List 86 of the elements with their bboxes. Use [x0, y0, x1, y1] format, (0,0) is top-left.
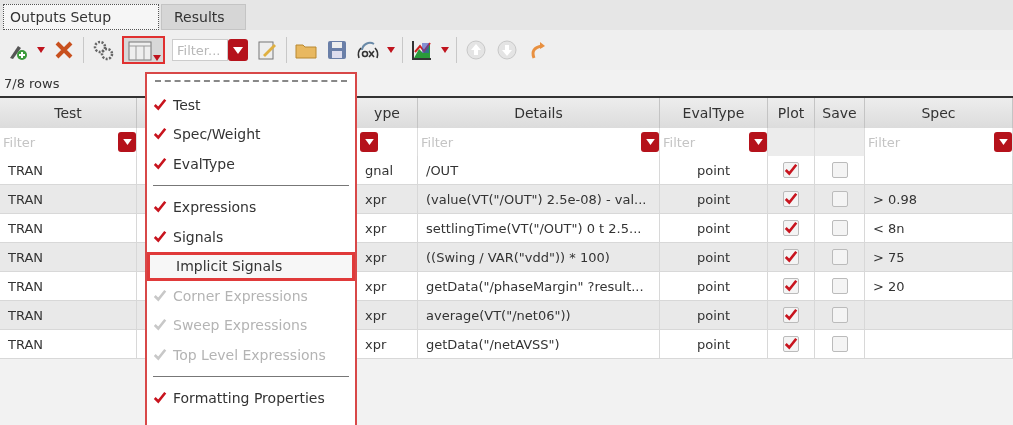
chart-icon[interactable]	[410, 38, 434, 62]
caret-icon	[645, 139, 655, 145]
tab[interactable]: Results	[161, 4, 246, 30]
checkbox[interactable]	[783, 249, 799, 265]
table-cell: ((Swing / VAR("vdd")) * 100)	[418, 243, 660, 272]
table-cell: xpr	[357, 272, 418, 301]
filter-dropdown-button[interactable]	[749, 132, 767, 152]
table-cell: point	[660, 243, 768, 272]
checkbox[interactable]	[783, 220, 799, 236]
table-cell: TRAN	[0, 272, 137, 301]
menu-item[interactable]: Spec/Weight	[147, 119, 355, 149]
table-cell: > 0.98	[865, 185, 1013, 214]
tab[interactable]: Outputs Setup	[3, 4, 159, 30]
table-cell: getData("/phaseMargin" ?result...	[418, 272, 660, 301]
table-cell: > 20	[865, 272, 1013, 301]
table-cell: xpr	[357, 243, 418, 272]
table-cell: gnal	[357, 156, 418, 185]
table-cell: point	[660, 185, 768, 214]
column-header[interactable]: Test	[0, 98, 137, 128]
column-header[interactable]: ype	[357, 98, 418, 128]
table-cell: xpr	[357, 185, 418, 214]
table-cell: TRAN	[0, 301, 137, 330]
column-header[interactable]: EvalType	[660, 98, 768, 128]
checkbox[interactable]	[783, 191, 799, 207]
caret-icon[interactable]	[37, 47, 45, 53]
filter-dropdown-button[interactable]	[641, 132, 659, 152]
gears-icon[interactable]	[91, 38, 115, 62]
filter-dropdown-button[interactable]	[228, 39, 248, 61]
filter-dropdown-button[interactable]	[994, 132, 1012, 152]
filter-field[interactable]: Filter...	[172, 39, 228, 61]
save-icon[interactable]	[325, 38, 349, 62]
checkbox[interactable]	[783, 307, 799, 323]
menu-item[interactable]: Formatting Properties	[147, 383, 355, 413]
table-cell: (value(VT("/OUT") 2.5e-08) - val...	[418, 185, 660, 214]
caret-icon[interactable]	[441, 47, 449, 53]
caret-icon	[153, 55, 161, 61]
checkbox[interactable]	[831, 220, 848, 236]
column-header[interactable]: Plot	[768, 98, 815, 128]
table-cell: xpr	[357, 301, 418, 330]
caret-icon	[122, 139, 132, 145]
checkbox[interactable]	[831, 191, 848, 207]
column-header[interactable]: Spec	[865, 98, 1013, 128]
column-header[interactable]: Save	[815, 98, 865, 128]
checkbox[interactable]	[831, 336, 848, 352]
checkbox[interactable]	[783, 336, 799, 352]
checkbox[interactable]	[831, 307, 848, 323]
table-cell: point	[660, 214, 768, 243]
columns-icon	[128, 41, 152, 61]
table-cell: point	[660, 272, 768, 301]
caret-icon[interactable]	[387, 47, 395, 53]
table-cell: average(VT("/net06"))	[418, 301, 660, 330]
table-cell: point	[660, 330, 768, 359]
caret-icon	[364, 139, 374, 145]
menu-item[interactable]: Implicit Signals	[147, 251, 355, 281]
caret-icon	[998, 139, 1008, 145]
table-cell: > 75	[865, 243, 1013, 272]
table-cell: xpr	[357, 214, 418, 243]
table-cell: TRAN	[0, 330, 137, 359]
checkbox[interactable]	[783, 278, 799, 294]
caret-icon	[753, 139, 763, 145]
checkbox[interactable]	[783, 162, 799, 178]
row-count: 7/8 rows	[4, 75, 60, 91]
caret-icon	[233, 46, 243, 54]
menu-item[interactable]: Expressions	[147, 192, 355, 222]
table-cell: point	[660, 156, 768, 185]
table-cell: /OUT	[418, 156, 660, 185]
table-cell: TRAN	[0, 214, 137, 243]
checkbox[interactable]	[831, 278, 848, 294]
column-filter-field[interactable]	[357, 128, 418, 156]
table-cell: TRAN	[0, 156, 137, 185]
filter-dropdown-button[interactable]	[360, 132, 378, 152]
table-cell: settlingTime(VT("/OUT") 0 t 2.5...	[418, 214, 660, 243]
table-cell: xpr	[357, 330, 418, 359]
columns-button[interactable]	[122, 36, 165, 64]
table-cell: TRAN	[0, 185, 137, 214]
menu-item[interactable]: EvalType	[147, 149, 355, 179]
checkbox[interactable]	[831, 162, 848, 178]
column-header[interactable]: Details	[418, 98, 660, 128]
menu-item[interactable]: Signals	[147, 222, 355, 252]
table-cell: point	[660, 301, 768, 330]
filter-dropdown-button[interactable]	[118, 132, 136, 152]
checkbox[interactable]	[831, 249, 848, 265]
table-cell: < 8n	[865, 214, 1013, 243]
table-cell: getData("/netAVSS")	[418, 330, 660, 359]
table-cell: TRAN	[0, 243, 137, 272]
menu-item[interactable]: Test	[147, 90, 355, 120]
